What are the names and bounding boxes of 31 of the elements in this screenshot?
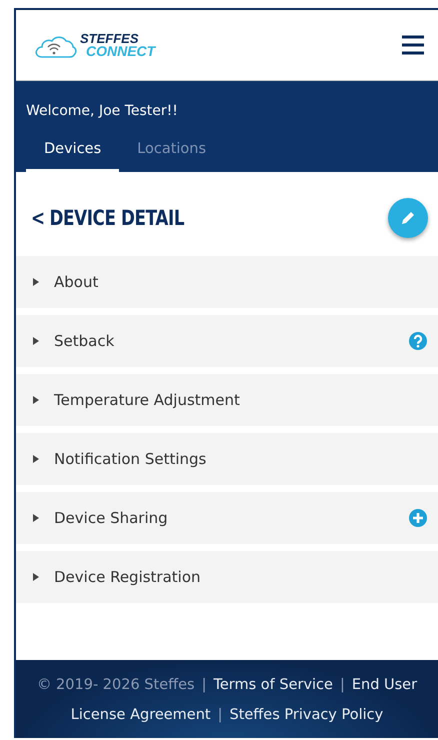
logo-text: STEFFES CONNECT	[80, 32, 156, 58]
row-label: Device Registration	[54, 568, 202, 586]
accordion-row[interactable]: About	[16, 256, 438, 308]
accordion-row[interactable]: Device Registration	[16, 551, 438, 603]
row-label: Temperature Adjustment	[54, 391, 241, 409]
pencil-icon	[400, 210, 416, 226]
row-label: Setback	[54, 332, 116, 350]
separator: |	[202, 676, 206, 695]
copyright-text: © 2019- 2026 Steffes	[36, 676, 195, 695]
accordion-row[interactable]: Temperature Adjustment	[16, 374, 438, 426]
accordion-row[interactable]: Setback	[16, 315, 438, 367]
row-label: Device Sharing	[54, 509, 169, 527]
accordion-row[interactable]: Device Sharing	[16, 492, 438, 544]
tab[interactable]: Locations	[119, 133, 224, 172]
menu-icon[interactable]	[400, 34, 426, 56]
row-label: About	[54, 273, 100, 291]
footer-link[interactable]: License Agreement	[70, 700, 211, 730]
separator: |	[218, 706, 222, 725]
page-title: DEVICE DETAIL	[50, 206, 184, 230]
welcome-text: Welcome, Joe Tester!!	[26, 103, 179, 119]
row-label: Notification Settings	[54, 450, 208, 468]
footer-link[interactable]: Steffes Privacy Policy	[230, 700, 384, 730]
separator: |	[340, 676, 345, 695]
add-icon[interactable]	[408, 508, 428, 528]
edit-button[interactable]	[388, 198, 428, 238]
footer-link[interactable]: Terms of Service	[213, 670, 333, 700]
help-icon[interactable]	[408, 331, 428, 351]
footer-link[interactable]: End User	[352, 670, 418, 700]
accordion-row[interactable]: Notification Settings	[16, 433, 438, 485]
tab[interactable]: Devices	[26, 133, 120, 172]
back-link[interactable]: <	[31, 206, 45, 230]
